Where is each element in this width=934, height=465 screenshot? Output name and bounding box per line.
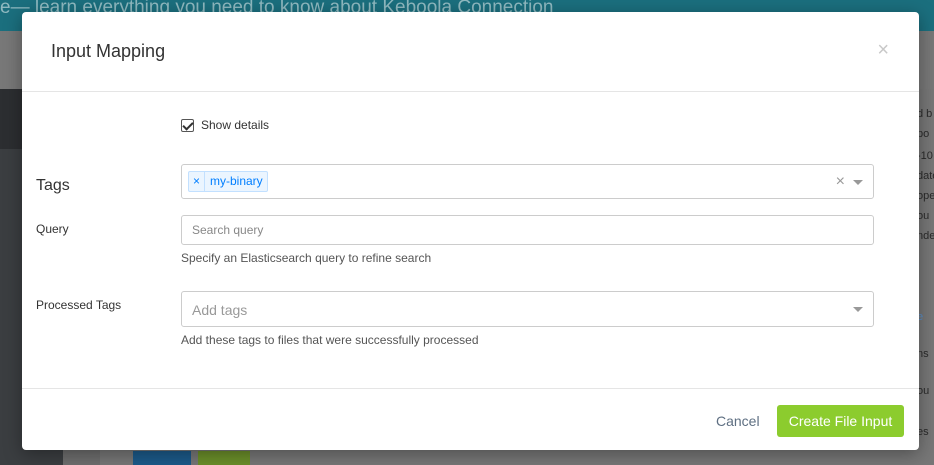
background-button [133, 451, 191, 465]
cancel-button[interactable]: Cancel [716, 413, 760, 429]
close-icon[interactable]: × [877, 40, 889, 60]
show-details-checkbox[interactable] [181, 118, 194, 132]
processed-tags-placeholder: Add tags [192, 302, 248, 318]
query-input[interactable] [182, 216, 873, 244]
remove-tag-icon[interactable]: × [189, 172, 205, 191]
tag-chip-label: my-binary [210, 174, 263, 188]
query-field [181, 215, 874, 245]
background-button [198, 451, 250, 465]
show-details-label: Show details [201, 118, 270, 132]
modal-footer: Cancel Create File Input [22, 388, 919, 450]
bg-fragment: ope [917, 190, 934, 202]
bg-fragment: date [917, 170, 934, 182]
clear-icon[interactable]: × [836, 173, 845, 191]
modal-title: Input Mapping [51, 41, 166, 61]
tag-chip: × my-binary [188, 171, 268, 192]
create-file-input-button[interactable]: Create File Input [777, 405, 904, 437]
show-details-toggle[interactable]: Show details [181, 118, 269, 132]
tags-select[interactable]: × my-binary × [181, 164, 874, 199]
processed-tags-select[interactable]: Add tags [181, 291, 874, 327]
query-help-text: Specify an Elasticsearch query to refine… [181, 251, 432, 265]
tags-label: Tags [36, 177, 70, 194]
chevron-down-icon[interactable] [853, 307, 863, 312]
input-mapping-modal: Input Mapping × Show details Tags × my-b… [22, 12, 919, 450]
modal-header: Input Mapping × [22, 12, 919, 92]
bg-fragment: -10 [917, 150, 933, 162]
processed-tags-help-text: Add these tags to files that were succes… [181, 333, 479, 347]
processed-tags-label: Processed Tags [36, 298, 122, 312]
bg-fragment: nde [917, 230, 934, 242]
bg-fragment: d b [917, 108, 933, 120]
query-label: Query [36, 222, 69, 236]
chevron-down-icon[interactable] [853, 180, 863, 185]
